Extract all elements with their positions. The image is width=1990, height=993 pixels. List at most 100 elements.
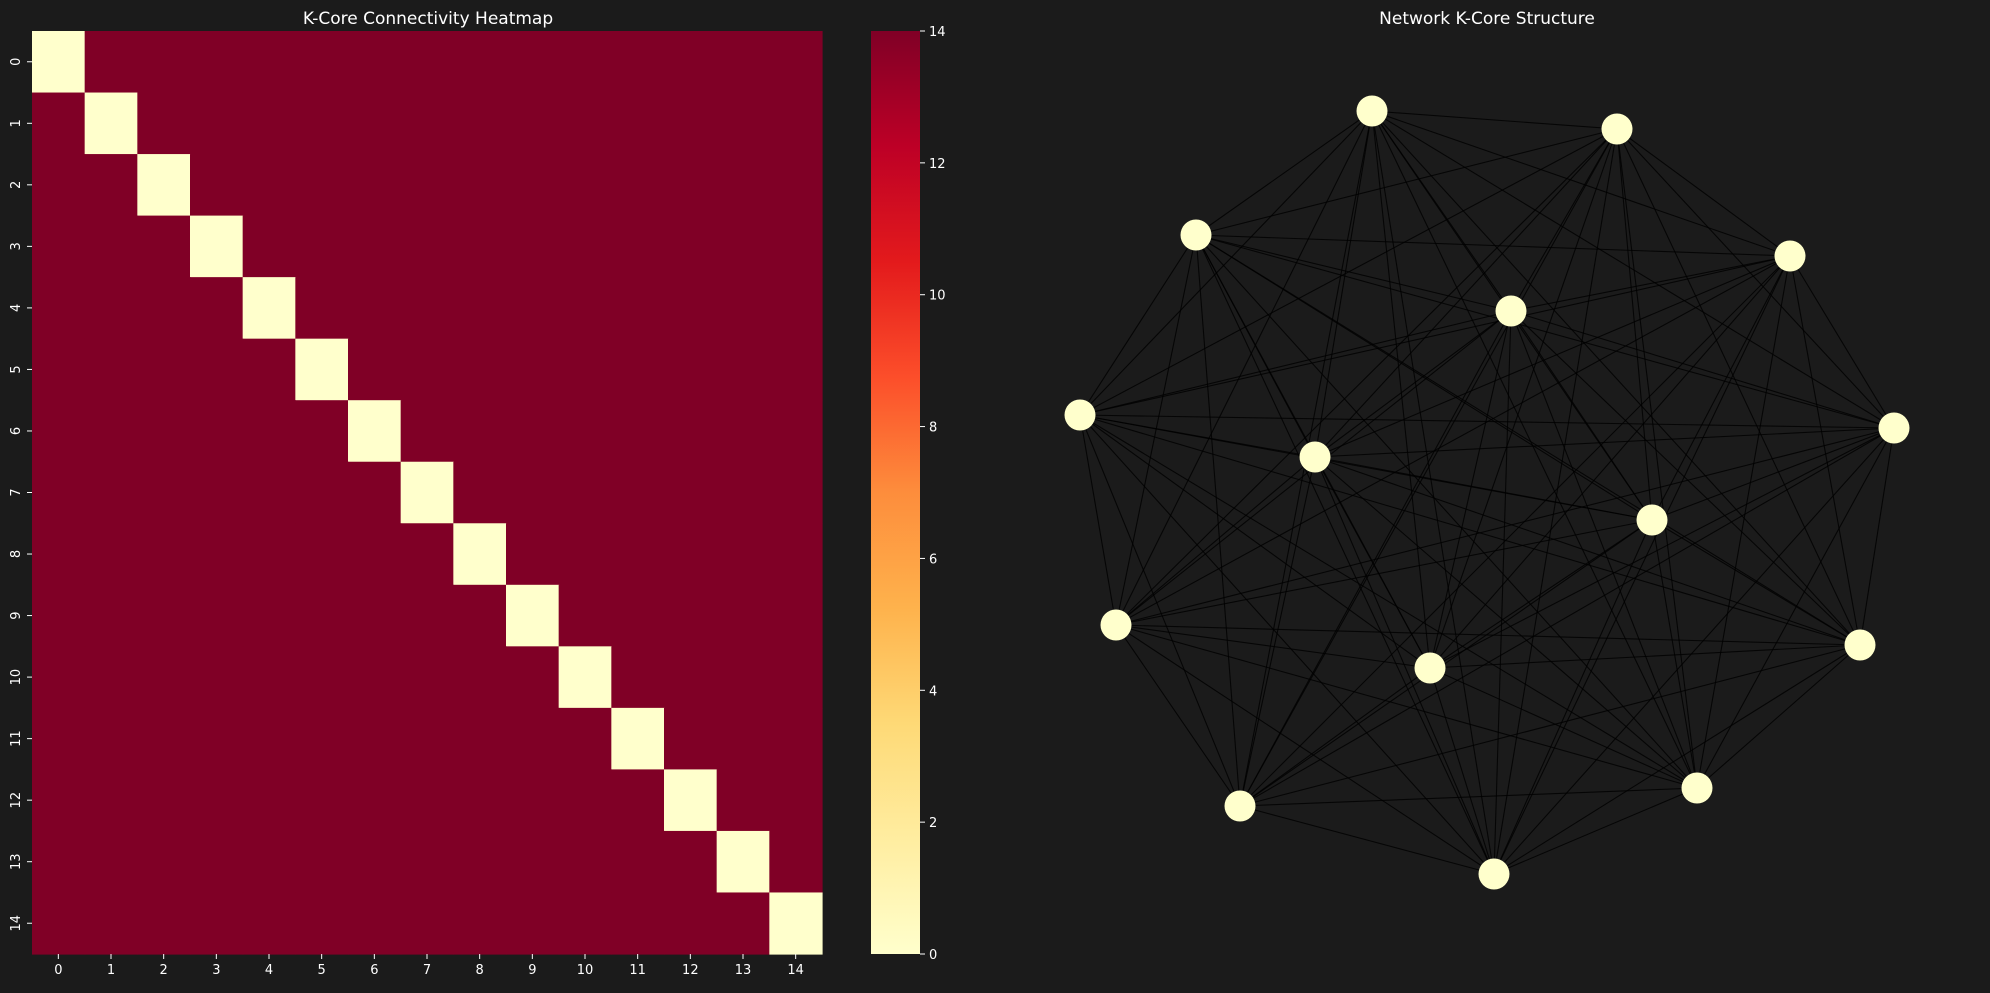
heatmap-cell: [242, 400, 296, 463]
network-edge: [1239, 255, 1791, 807]
network-node: [1495, 295, 1527, 327]
heatmap-cell: [137, 646, 191, 709]
heatmap-y-ticks: 01234567891011121314: [9, 58, 32, 932]
heatmap-cell: [506, 461, 560, 524]
heatmap-cell: [506, 769, 560, 832]
heatmap-cell: [190, 892, 244, 955]
network-edge: [1115, 519, 1653, 626]
heatmap-cell: [190, 338, 244, 401]
heatmap-cell: [348, 338, 402, 401]
heatmap-cell: [506, 892, 560, 955]
heatmap-cell: [453, 154, 507, 217]
heatmap-cell: [32, 338, 86, 401]
heatmap-cell: [84, 92, 138, 155]
heatmap-cell: [716, 277, 770, 340]
heatmap-cell: [664, 400, 718, 463]
heatmap-cell: [242, 92, 296, 155]
network-edge: [1314, 456, 1861, 646]
network-title: Network K-Core Structure: [1379, 9, 1595, 29]
colorbar-tick-label: 12: [929, 157, 946, 172]
heatmap-cell: [190, 215, 244, 278]
heatmap-cell: [664, 31, 718, 94]
heatmap-cell: [137, 154, 191, 217]
heatmap-cell: [84, 215, 138, 278]
heatmap-cell: [400, 769, 454, 832]
heatmap-cell: [190, 461, 244, 524]
heatmap-cell: [716, 31, 770, 94]
heatmap-cell: [242, 584, 296, 647]
network-edge: [1079, 234, 1197, 416]
heatmap-cell: [190, 154, 244, 217]
heatmap-cell: [137, 277, 191, 340]
heatmap-cell: [295, 338, 349, 401]
network-edge: [1510, 255, 1791, 312]
heatmap-cell: [716, 769, 770, 832]
heatmap-cell: [611, 830, 665, 894]
heatmap-cell: [558, 338, 612, 401]
heatmap-cell: [664, 892, 718, 955]
network-edge: [1115, 110, 1373, 626]
heatmap-cell: [242, 461, 296, 524]
heatmap-cell: [769, 461, 823, 524]
heatmap-cell: [137, 584, 191, 647]
heatmap-cell: [295, 154, 349, 217]
heatmap-cell: [32, 461, 86, 524]
network-edge: [1651, 255, 1791, 521]
heatmap-cell: [84, 277, 138, 340]
network-edge: [1195, 234, 1241, 807]
heatmap-cell: [242, 830, 296, 894]
heatmap-cell: [664, 92, 718, 155]
heatmap-x-tick-label: 6: [370, 963, 378, 978]
heatmap-cell: [611, 154, 665, 217]
heatmap-y-tick-label: 13: [9, 853, 24, 870]
heatmap-cell: [400, 277, 454, 340]
heatmap-y-tick-label: 14: [9, 915, 24, 932]
heatmap-x-tick-label: 0: [54, 963, 62, 978]
network-edge: [1195, 234, 1861, 646]
heatmap-cell: [32, 92, 86, 155]
network-panel: Network K-Core Structure: [1064, 9, 1910, 890]
heatmap-cell: [716, 584, 770, 647]
heatmap-y-tick-label: 4: [9, 304, 24, 312]
heatmap-cell: [611, 92, 665, 155]
colorbar-tick-label: 14: [929, 25, 946, 40]
heatmap-cell: [137, 830, 191, 894]
network-edge: [1239, 644, 1861, 807]
heatmap-cell: [506, 215, 560, 278]
heatmap-y-tick-label: 12: [9, 792, 24, 809]
heatmap-y-tick-label: 5: [9, 365, 24, 373]
network-edge: [1195, 234, 1495, 875]
heatmap-cell: [716, 523, 770, 586]
heatmap-cell: [611, 646, 665, 709]
network-edge: [1616, 128, 1895, 429]
heatmap-x-tick-label: 1: [107, 963, 115, 978]
heatmap-cell: [558, 31, 612, 94]
heatmap-cells: [32, 31, 823, 955]
heatmap-cell: [664, 338, 718, 401]
heatmap-x-tick-label: 2: [160, 963, 168, 978]
network-edge: [1371, 110, 1618, 130]
network-edge: [1651, 519, 1861, 646]
heatmap-cell: [453, 646, 507, 709]
heatmap-cell: [400, 154, 454, 217]
heatmap-cell: [716, 92, 770, 155]
heatmap-cell: [506, 154, 560, 217]
heatmap-cell: [295, 461, 349, 524]
network-edge: [1429, 310, 1512, 669]
heatmap-cell: [137, 769, 191, 832]
heatmap-cell: [611, 215, 665, 278]
heatmap-cell: [558, 830, 612, 894]
heatmap-cell: [716, 707, 770, 770]
heatmap-cell: [295, 707, 349, 770]
heatmap-cell: [190, 584, 244, 647]
heatmap-cell: [348, 461, 402, 524]
heatmap-cell: [348, 646, 402, 709]
heatmap-cell: [664, 646, 718, 709]
heatmap-cell: [769, 584, 823, 647]
heatmap-cell: [295, 277, 349, 340]
heatmap-cell: [137, 707, 191, 770]
heatmap-cell: [84, 523, 138, 586]
heatmap-cell: [664, 769, 718, 832]
heatmap-cell: [664, 461, 718, 524]
heatmap-cell: [558, 769, 612, 832]
